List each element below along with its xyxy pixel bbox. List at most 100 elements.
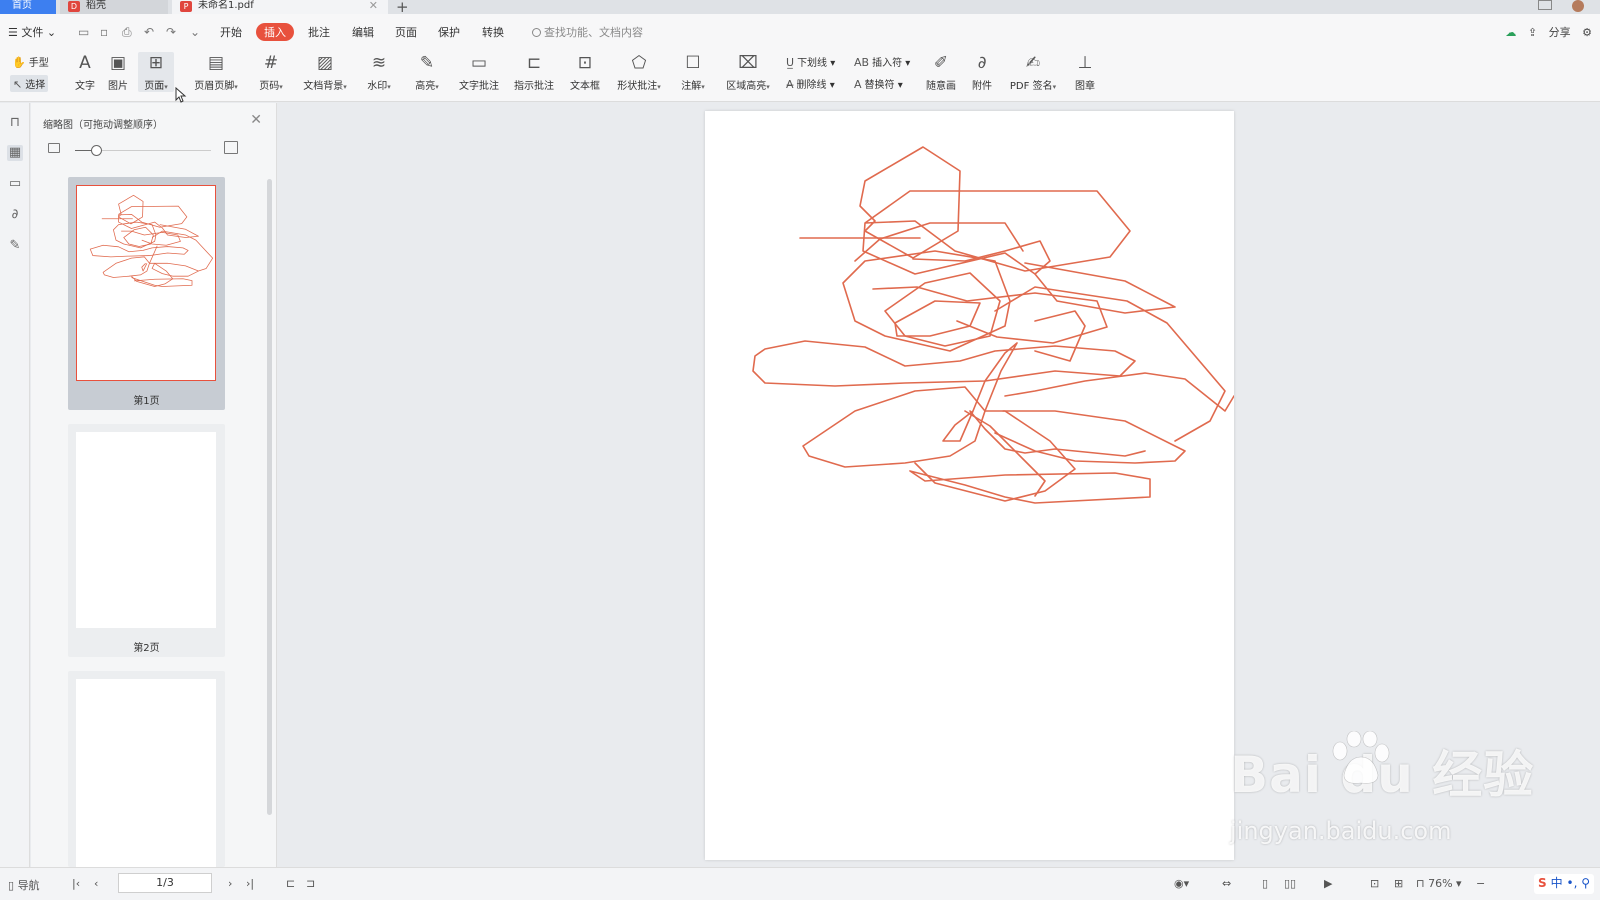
page-number-button[interactable]: # 页码▾ — [256, 52, 286, 92]
thumbnail-icon[interactable]: ▦ — [7, 145, 23, 161]
actual-size-icon[interactable]: ⊡ — [1370, 877, 1379, 890]
insert-page-button[interactable]: ⊞ 页面▾ — [138, 52, 174, 92]
close-panel-icon[interactable]: ✕ — [250, 112, 262, 128]
callout-comment-label: 指示批注 — [514, 81, 554, 92]
zoom-out-icon[interactable]: − — [1476, 877, 1485, 890]
background-button[interactable]: ▨ 文档背景▾ — [300, 52, 350, 92]
eye-protection-icon[interactable]: ◉▾ — [1174, 877, 1189, 890]
customize-dropdown-icon[interactable]: ⌄ — [190, 25, 200, 39]
insert-text-button[interactable]: A 文字 — [73, 52, 97, 92]
last-page-icon[interactable]: ›| — [246, 877, 254, 890]
strikethrough-button[interactable]: A̶ 删除线 ▾ — [786, 76, 835, 91]
next-page-icon[interactable]: › — [228, 877, 232, 890]
tab-document[interactable]: P 未命名1.pdf ✕ — [172, 0, 388, 14]
print-icon[interactable]: ⎙ — [122, 25, 132, 40]
thumbnail-page-2[interactable]: 第2页 — [68, 424, 225, 657]
attachment-label: 附件 — [972, 81, 992, 92]
thumbnail-panel: 缩略图（可拖动调整顺序） ✕ 第1页 第2页 — [31, 103, 277, 867]
insert-symbol-button[interactable]: AB 插入符 ▾ — [854, 54, 910, 69]
cloud-sync-icon[interactable]: ☁ — [1505, 26, 1516, 39]
attachment-panel-icon[interactable]: ∂ — [7, 207, 23, 223]
share-button[interactable]: ⇪ 分享 — [1528, 26, 1571, 39]
highlighter-icon: ✎ — [419, 53, 435, 73]
open-folder-icon[interactable]: ▭ — [78, 25, 89, 39]
select-tool-button[interactable]: ↖ 选择 — [10, 75, 49, 92]
thumbnail-size-slider-handle[interactable] — [91, 145, 102, 156]
menu-convert[interactable]: 转换 — [482, 24, 504, 40]
thumbnail-scrollbar[interactable] — [267, 179, 272, 815]
watermark-button[interactable]: ≋ 水印▾ — [364, 52, 394, 92]
menu-edit[interactable]: 编辑 — [352, 24, 374, 40]
strikethrough-icon: A̶ — [786, 78, 794, 91]
tab-home[interactable]: 首页 — [0, 0, 56, 14]
comment-icon[interactable]: ▭ — [7, 176, 23, 192]
file-menu-button[interactable]: ☰ 文件 ⌄ — [8, 24, 56, 40]
avatar[interactable] — [1572, 0, 1584, 12]
menu-comment[interactable]: 批注 — [308, 24, 330, 40]
hand-tool-button[interactable]: ✋ 手型 — [12, 54, 49, 69]
insert-image-button[interactable]: ▣ 图片 — [106, 52, 130, 92]
search-placeholder: 查找功能、文档内容 — [544, 26, 643, 39]
undo-icon[interactable]: ↶ — [144, 25, 154, 39]
underline-button[interactable]: U̲ 下划线 ▾ — [786, 54, 835, 69]
signature-panel-icon[interactable]: ✎ — [7, 238, 23, 254]
stamp-button[interactable]: ⊥ 图章 — [1072, 52, 1098, 92]
paperclip-icon: ∂ — [977, 53, 987, 73]
play-icon[interactable]: ▶ — [1324, 877, 1332, 890]
status-bar: ▯ 导航 |‹ ‹ 1/3 › ›| ⊏ ⊐ ◉▾ ⇔ ▯ ▯▯ ▶ ⊡ ⊞ ⊓… — [0, 867, 1600, 900]
text-comment-button[interactable]: ▭ 文字批注 — [457, 52, 501, 92]
freehand-button[interactable]: ✐ 随意画 — [924, 52, 958, 92]
redo-icon[interactable]: ↷ — [166, 25, 176, 39]
menu-page[interactable]: 页面 — [395, 24, 417, 40]
fit-width-icon[interactable]: ⇔ — [1222, 877, 1231, 890]
navigation-toggle[interactable]: ▯ 导航 — [8, 877, 40, 893]
note-icon: ☐ — [685, 53, 701, 73]
callout-comment-button[interactable]: ⊏ 指示批注 — [512, 52, 556, 92]
thumbnail-enlarge-icon[interactable] — [224, 141, 238, 154]
draft-logo-icon: D — [68, 1, 80, 12]
thumbnail-shrink-icon[interactable] — [48, 143, 60, 153]
text-icon: A — [79, 53, 91, 73]
save-icon[interactable]: ▫ — [100, 25, 108, 39]
area-highlight-button[interactable]: ⌧ 区域高亮▾ — [722, 52, 774, 92]
textbox-button[interactable]: ⊡ 文本框 — [568, 52, 602, 92]
image-icon: ▣ — [109, 53, 127, 73]
replace-symbol-button[interactable]: A 替换符 ▾ — [854, 76, 903, 91]
fit-page-icon[interactable]: ⊞ — [1394, 877, 1403, 890]
menu-protect[interactable]: 保护 — [438, 24, 460, 40]
thumbnail-page-3[interactable] — [68, 671, 225, 867]
menu-insert[interactable]: 插入 — [256, 23, 294, 41]
tab-draft[interactable]: D 稻壳 — [60, 0, 168, 14]
single-page-icon[interactable]: ▯ — [1262, 877, 1268, 890]
page-number-input[interactable]: 1/3 — [118, 873, 212, 893]
freehand-label: 随意画 — [926, 81, 956, 92]
settings-icon[interactable]: ⚙ — [1582, 26, 1592, 39]
menu-start[interactable]: 开始 — [220, 24, 242, 40]
insert-text-label: 文字 — [75, 81, 95, 92]
header-footer-button[interactable]: ▤ 页眉页脚▾ — [190, 52, 242, 92]
zoom-level: 76% — [1428, 877, 1453, 890]
note-button[interactable]: ☐ 注解▾ — [678, 52, 708, 92]
stamp-label: 图章 — [1075, 81, 1095, 92]
close-tab-icon[interactable]: ✕ — [369, 0, 378, 12]
zoom-dropdown[interactable]: ⊓ 76% ▾ — [1416, 877, 1462, 890]
input-method-indicator[interactable]: S中 •, ⚲ — [1534, 874, 1594, 894]
go-forward-icon[interactable]: ⊐ — [306, 877, 315, 890]
attachment-button[interactable]: ∂ 附件 — [969, 52, 995, 92]
prev-page-icon[interactable]: ‹ — [94, 877, 98, 890]
highlight-button[interactable]: ✎ 高亮▾ — [412, 52, 442, 92]
pdf-sign-button[interactable]: ✍ PDF 签名▾ — [1006, 52, 1060, 92]
two-page-icon[interactable]: ▯▯ — [1284, 877, 1296, 890]
first-page-icon[interactable]: |‹ — [72, 877, 80, 890]
search-input[interactable]: 查找功能、文档内容 — [532, 24, 643, 40]
go-back-icon[interactable]: ⊏ — [286, 877, 295, 890]
insert-image-label: 图片 — [108, 81, 128, 92]
thumbnail-page-1[interactable]: 第1页 — [68, 177, 225, 410]
window-layout-icon[interactable] — [1538, 0, 1552, 10]
watermark: Bai du 经验 jingyan.baidu.com — [1230, 731, 1534, 845]
pdf-page-1[interactable] — [705, 111, 1234, 860]
freehand-drawing — [752, 146, 1234, 504]
textbox-label: 文本框 — [570, 81, 600, 92]
shape-comment-button[interactable]: ⬠ 形状批注▾ — [613, 52, 665, 92]
bookmark-icon[interactable]: ⊓ — [7, 115, 23, 131]
